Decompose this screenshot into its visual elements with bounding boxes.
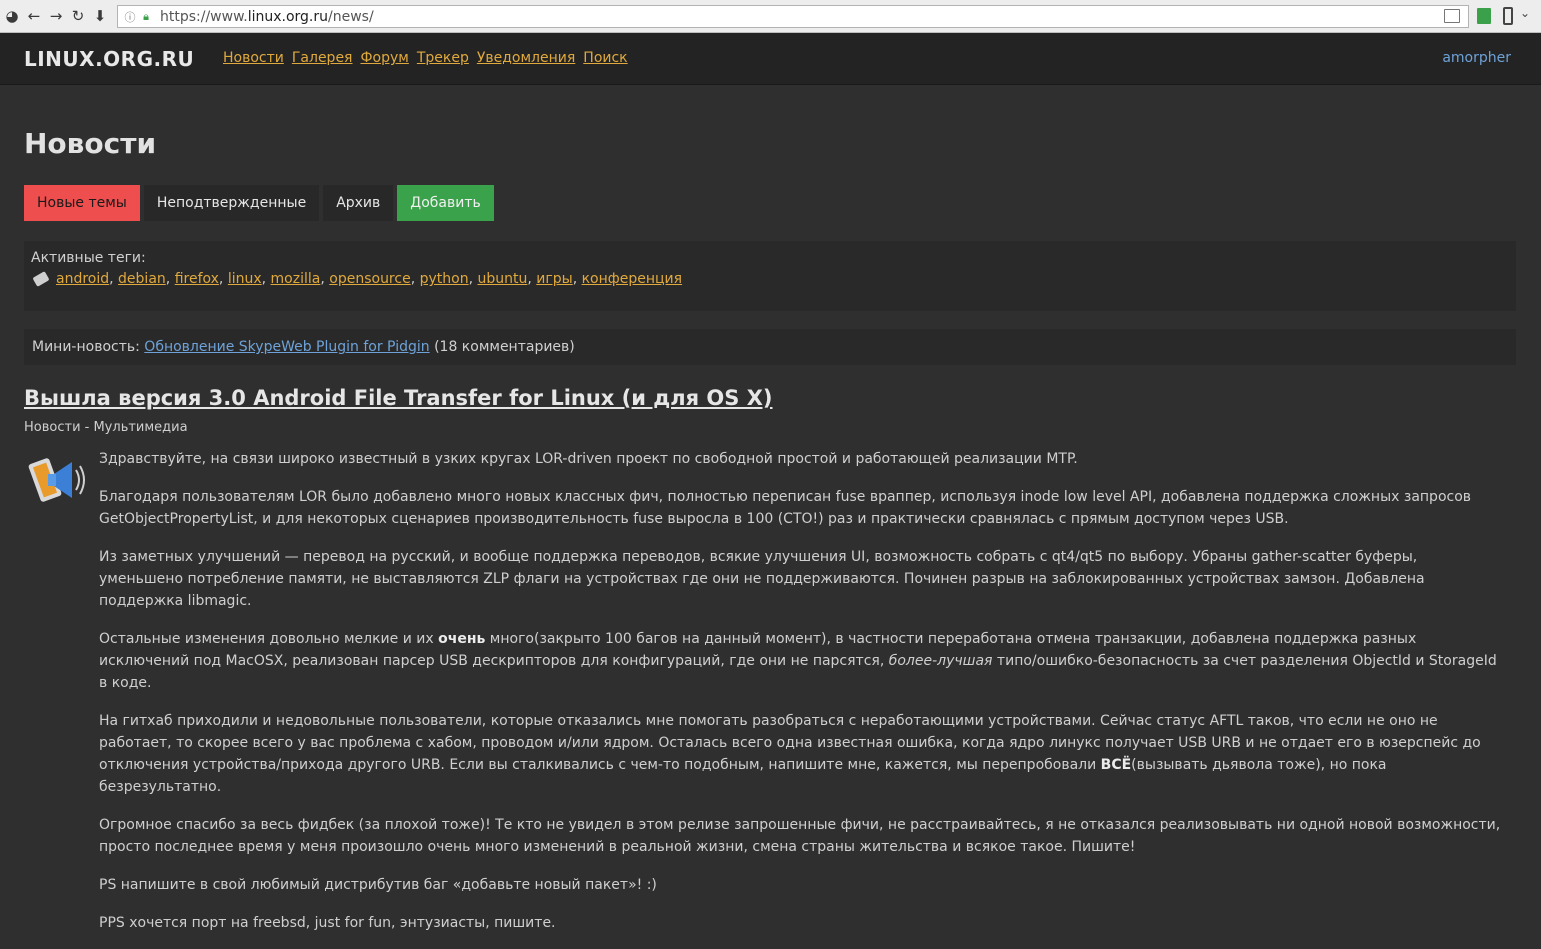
tag-link[interactable]: игры [536, 271, 572, 287]
tag-icon [32, 271, 50, 287]
article-paragraph: На гитхаб приходили и недовольные пользо… [99, 713, 1481, 795]
tags-label: Активные теги: [31, 250, 146, 266]
address-bar[interactable]: ⓘ 🔒︎ https://www.linux.org.ru/news/ [117, 5, 1469, 28]
download-icon[interactable]: ⬇ [89, 5, 111, 27]
reader-view-icon[interactable] [1444, 9, 1460, 23]
active-tags-box: Активные теги: android, debian, firefox,… [24, 241, 1516, 311]
article-paragraph: Из заметных улучшений — перевод на русск… [99, 549, 1425, 609]
article-paragraph: Благодаря пользователям LOR было добавле… [99, 489, 1472, 527]
tag-link[interactable]: mozilla [271, 271, 321, 287]
tag-link[interactable]: конференция [582, 271, 682, 287]
page-title: Новости [24, 127, 157, 160]
back-arrow-icon[interactable]: ← [23, 5, 45, 27]
article-paragraph: Остальные изменения довольно мелкие и их… [99, 631, 1497, 691]
tab-archive[interactable]: Архив [323, 185, 394, 221]
article-body: Здравствуйте, на связи широко известный … [99, 448, 1504, 949]
chevron-down-icon[interactable]: ⌄ [1520, 6, 1530, 20]
nav-gallery[interactable]: Галерея [292, 50, 353, 66]
mini-news-link[interactable]: Обновление SkypeWeb Plugin for Pidgin [144, 339, 429, 355]
mini-news-comments: (18 комментариев) [429, 339, 575, 355]
article-paragraph: Огромное спасибо за весь фидбек (за плох… [99, 817, 1501, 855]
article-category: Новости - Мультимедиа [24, 420, 188, 435]
article-title[interactable]: Вышла версия 3.0 Android File Transfer f… [24, 386, 773, 410]
firefox-menu-icon[interactable]: ◕ [1, 5, 23, 27]
tag-link[interactable]: python [420, 271, 469, 287]
article-paragraph: Здравствуйте, на связи широко известный … [99, 451, 1078, 467]
url-text[interactable]: https://www.linux.org.ru/news/ [160, 9, 374, 25]
site-header: LINUX.ORG.RU Новости Галерея Форум Треке… [0, 33, 1541, 85]
info-icon[interactable]: ⓘ [122, 9, 138, 25]
tag-link[interactable]: linux [228, 271, 262, 287]
nav-forum[interactable]: Форум [360, 50, 408, 66]
tag-link[interactable]: debian [118, 271, 166, 287]
lock-icon[interactable]: 🔒︎ [138, 10, 154, 24]
tag-link[interactable]: firefox [175, 271, 219, 287]
tag-link[interactable]: ubuntu [478, 271, 528, 287]
news-tabs: Новые темы Неподтвержденные Архив Добави… [24, 185, 498, 221]
tag-link[interactable]: opensource [329, 271, 410, 287]
article-paragraph: PPS хочется порт на freebsd, just for fu… [99, 915, 556, 931]
nav-search[interactable]: Поиск [583, 50, 627, 66]
article-paragraph: PS напишите в свой любимый дистрибутив б… [99, 877, 657, 893]
nav-notifications[interactable]: Уведомления [477, 50, 575, 66]
tag-link[interactable]: android [56, 271, 109, 287]
nav-news[interactable]: Новости [223, 50, 284, 66]
browser-toolbar: ◕ ← → ↻ ⬇ ⓘ 🔒︎ https://www.linux.org.ru/… [0, 0, 1541, 33]
add-button[interactable]: Добавить [397, 185, 494, 221]
mini-news-label: Мини-новость: [32, 339, 145, 355]
main-nav: Новости Галерея Форум Трекер Уведомления… [223, 50, 636, 66]
reload-icon[interactable]: ↻ [67, 5, 89, 27]
site-logo[interactable]: LINUX.ORG.RU [24, 47, 194, 71]
multimedia-icon [28, 458, 85, 502]
tag-list: android, debian, firefox, linux, mozilla… [56, 271, 683, 287]
nav-tracker[interactable]: Трекер [417, 50, 469, 66]
battery-extension-icon[interactable] [1503, 7, 1513, 25]
user-link[interactable]: amorpher [1442, 50, 1511, 66]
tab-unconfirmed[interactable]: Неподтвержденные [143, 185, 320, 221]
forward-arrow-icon[interactable]: → [45, 5, 67, 27]
mini-news-box: Мини-новость: Обновление SkypeWeb Plugin… [24, 329, 1516, 365]
tab-new-topics[interactable]: Новые темы [24, 185, 140, 221]
extension-icon[interactable] [1477, 8, 1491, 24]
